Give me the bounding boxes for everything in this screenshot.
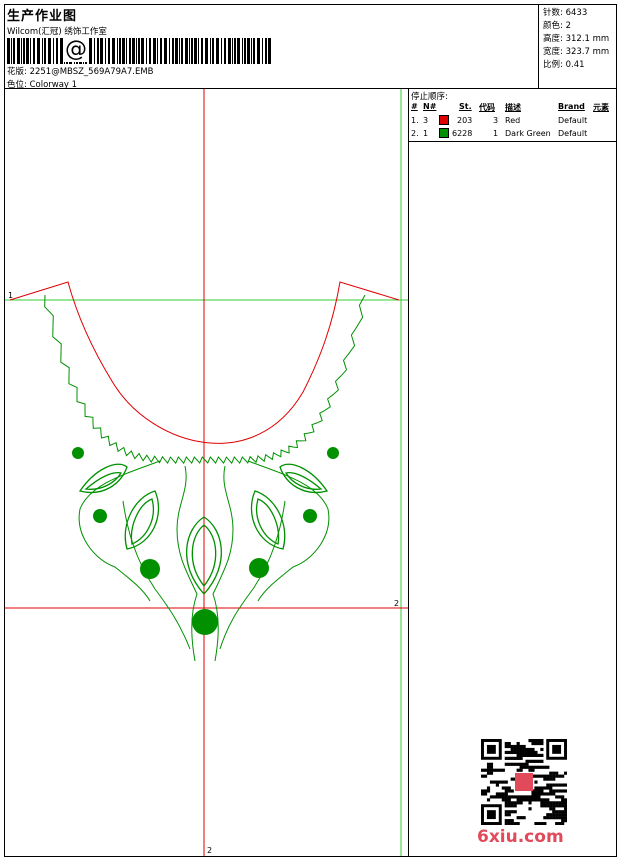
col-header-element: 元素 [593, 103, 609, 112]
color-swatch-red [439, 115, 449, 125]
barcode-graphic [7, 38, 271, 64]
col-header-n: N# [423, 102, 437, 111]
watermark-logo: 6xiu.com [477, 827, 564, 847]
col-header-brand: Brand [558, 102, 585, 111]
design-canvas: 1 2 2 [5, 89, 408, 856]
header-info: 生产作业图 Wilcom(汇冠) 绣饰工作室 @ 花版: 2251@MBSZ_5… [5, 5, 538, 90]
table-divider [409, 141, 617, 142]
ref-label-red-h: 2 [394, 599, 400, 608]
ref-label-red-v: 2 [207, 846, 213, 855]
col-header-desc: 描述 [505, 103, 521, 112]
stats-panel: 针数: 6433 颜色: 2 高度: 312.1 mm 宽度: 323.7 mm… [538, 5, 617, 88]
company-name: Wilcom(汇冠) 绣饰工作室 [7, 27, 107, 37]
qr-code [481, 739, 567, 825]
color-swatch-green [439, 128, 449, 138]
col-header-stitches: St. [459, 102, 472, 111]
stat-stitches: 针数: 6433 [543, 8, 588, 18]
design-file: 花版: 2251@MBSZ_569A79A7.EMB [7, 67, 154, 77]
stop-sequence-panel: 停止顺序: # N# St. 代码 描述 Brand 元素 1. 3 203 3… [408, 89, 617, 856]
green-wavy-outline [44, 294, 366, 465]
ref-label-green-h: 1 [8, 291, 14, 300]
col-header-code: 代码 [479, 103, 495, 112]
embroidery-preview [5, 89, 408, 856]
stat-scale: 比例: 0.41 [543, 60, 585, 70]
stat-height: 高度: 312.1 mm [543, 34, 610, 44]
page-title: 生产作业图 [7, 9, 78, 24]
barcode: @ [7, 38, 273, 64]
barcode-at-symbol: @ [64, 37, 88, 62]
stat-width: 宽度: 323.7 mm [543, 47, 610, 57]
stop-sequence-title: 停止顺序: [411, 92, 448, 102]
col-header-seq: # [411, 102, 418, 111]
stat-colors: 颜色: 2 [543, 21, 572, 31]
